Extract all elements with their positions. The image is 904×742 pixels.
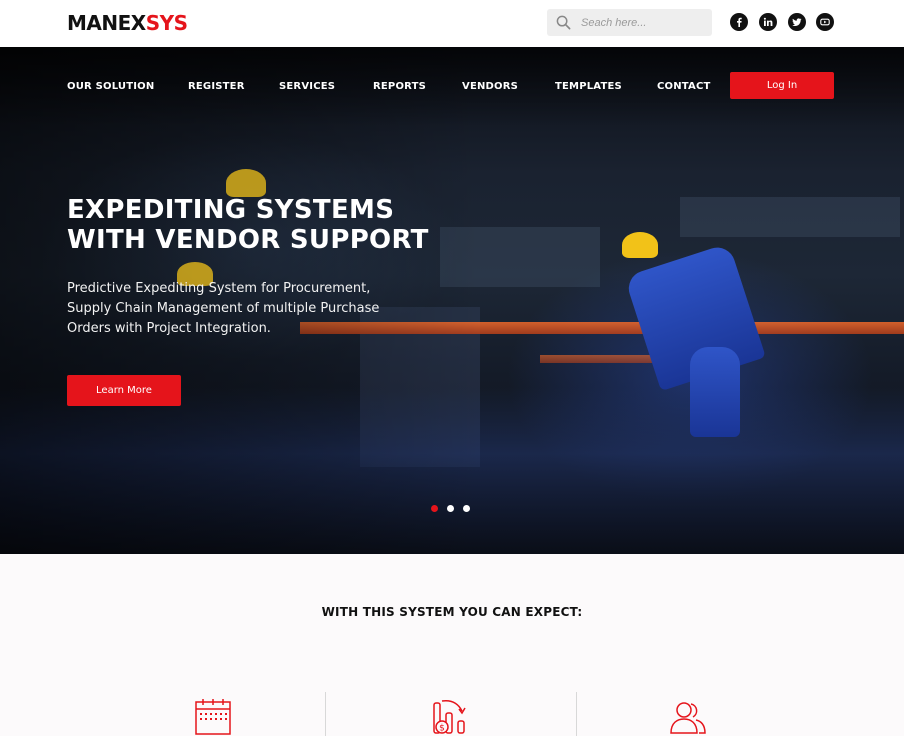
worker-leg-image: [690, 347, 740, 437]
cost-reduction-icon: $: [430, 697, 470, 737]
logo[interactable]: MANEXSYS: [67, 12, 188, 34]
search-input[interactable]: [581, 13, 705, 32]
nav-our-solution[interactable]: OUR SOLUTION: [67, 81, 154, 95]
top-bar: MANEXSYS: [0, 0, 904, 47]
slider-dot-3[interactable]: [463, 505, 470, 512]
hero-subtext-line2: Supply Chain Management of multiple Purc…: [67, 301, 380, 316]
hero-headline: EXPEDITING SYSTEMS WITH VENDOR SUPPORT: [67, 195, 429, 255]
hero-subtext-line1: Predictive Expediting System for Procure…: [67, 281, 371, 296]
steel-beam: [540, 355, 660, 363]
hero-banner: OUR SOLUTION REGISTER SERVICES REPORTS V…: [0, 47, 904, 554]
hero-headline-line2: WITH VENDOR SUPPORT: [67, 225, 429, 255]
features-heading: WITH THIS SYSTEM YOU CAN EXPECT:: [321, 605, 583, 619]
feature-divider: [325, 692, 326, 736]
calendar-icon: [193, 697, 233, 737]
nav-vendors[interactable]: VENDORS: [462, 81, 518, 95]
nav-templates[interactable]: TEMPLATES: [555, 81, 622, 95]
nav-contact[interactable]: CONTACT: [657, 81, 711, 95]
twitter-icon[interactable]: [788, 13, 806, 31]
nav-register[interactable]: REGISTER: [188, 81, 245, 95]
hero-headline-line1: EXPEDITING SYSTEMS: [67, 195, 395, 225]
search-icon[interactable]: [556, 15, 571, 30]
users-icon: [668, 697, 708, 737]
helmet-image: [622, 232, 658, 258]
login-button[interactable]: Log In: [730, 72, 834, 99]
linkedin-icon[interactable]: [759, 13, 777, 31]
hero-subtext: Predictive Expediting System for Procure…: [67, 279, 379, 339]
learn-more-button[interactable]: Learn More: [67, 375, 181, 406]
feature-divider: [576, 692, 577, 736]
youtube-icon[interactable]: [816, 13, 834, 31]
svg-text:$: $: [439, 724, 445, 734]
features-section: WITH THIS SYSTEM YOU CAN EXPECT: $: [0, 554, 904, 736]
slider-dot-2[interactable]: [447, 505, 454, 512]
hero-subtext-line3: Orders with Project Integration.: [67, 321, 271, 336]
search-box: [547, 9, 712, 36]
facebook-icon[interactable]: [730, 13, 748, 31]
nav-reports[interactable]: REPORTS: [373, 81, 426, 95]
helmet-image: [226, 169, 266, 197]
machinery-shape: [680, 197, 900, 237]
slider-dot-1[interactable]: [431, 505, 438, 512]
nav-services[interactable]: SERVICES: [279, 81, 335, 95]
